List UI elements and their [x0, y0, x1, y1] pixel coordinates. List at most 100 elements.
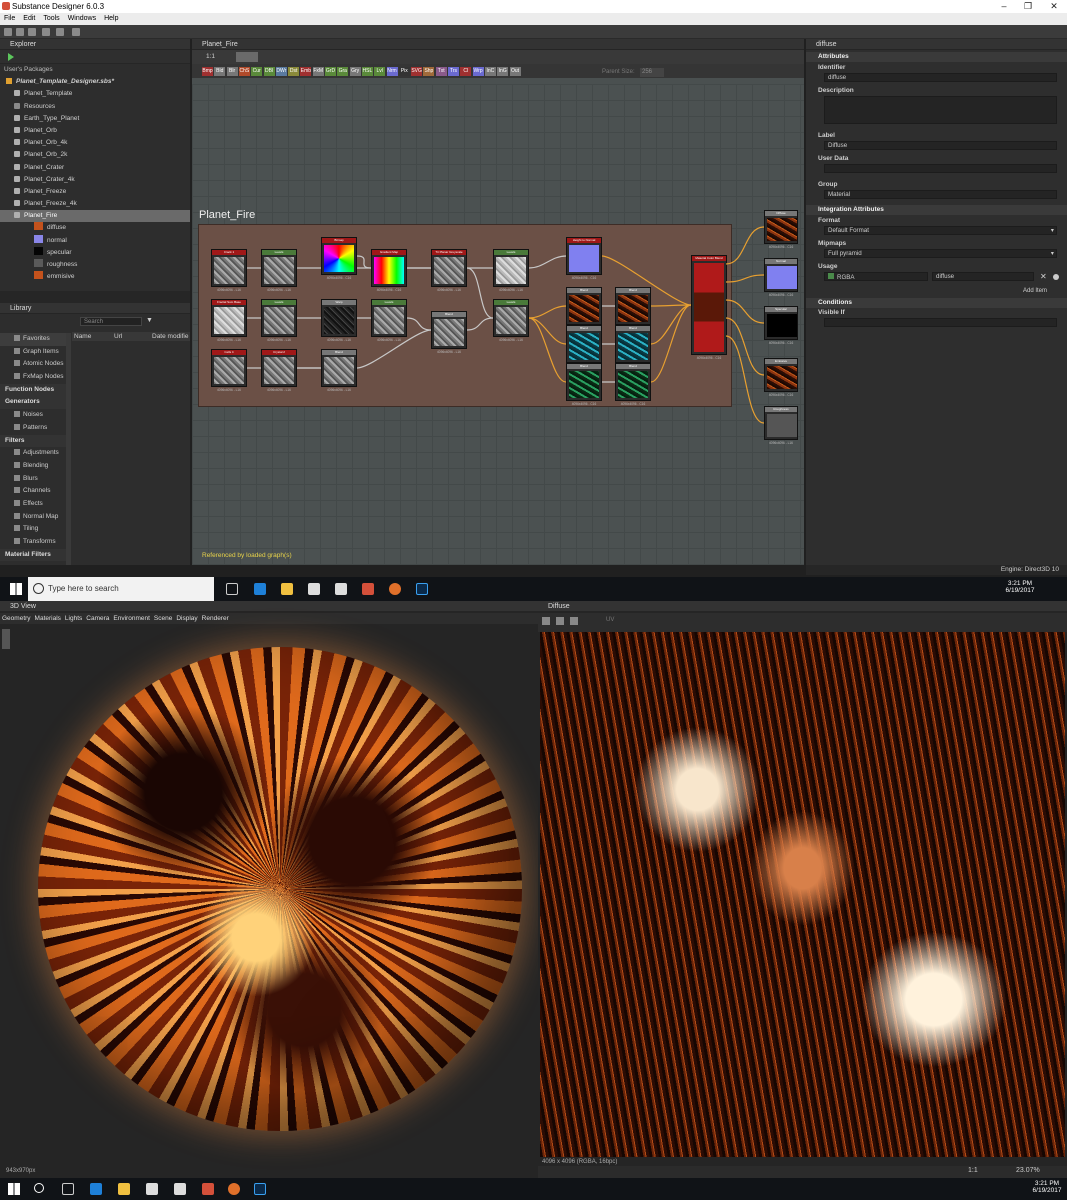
graph-node[interactable]: Levels 4096x4096 - L16	[261, 299, 297, 342]
windows-start-icon[interactable]	[8, 1183, 20, 1195]
file-explorer-icon[interactable]	[118, 1183, 130, 1195]
photoshop-icon[interactable]	[416, 583, 428, 595]
edge-icon[interactable]	[90, 1183, 102, 1195]
filter-icon[interactable]: ▼	[146, 317, 153, 324]
save-image-icon[interactable]	[570, 617, 578, 625]
graph-node[interactable]: Crack 1 4096x4096 - L16	[211, 249, 247, 292]
library-item[interactable]: Favorites	[0, 333, 66, 346]
redo-icon[interactable]	[72, 28, 80, 36]
library-item[interactable]: Blurs	[0, 473, 66, 486]
label-field[interactable]: Diffuse	[824, 141, 1057, 150]
parent-size-field[interactable]: 256	[640, 68, 664, 77]
explorer-item[interactable]: Planet_Crater	[0, 162, 190, 174]
close-icon[interactable]: ✕	[1042, 0, 1066, 13]
explorer-output[interactable]: specular	[0, 246, 190, 259]
atomic-node-button[interactable]: Cl	[460, 67, 472, 76]
column-name[interactable]: Name	[74, 332, 91, 341]
library-item[interactable]: Filters	[0, 434, 66, 448]
explorer-item[interactable]: Planet_Fire	[0, 210, 190, 223]
file-explorer-icon[interactable]	[281, 583, 293, 595]
graph-node[interactable]: Blend4096x4096 - C16	[566, 287, 602, 330]
atomic-node-button[interactable]: Wrp	[472, 67, 484, 76]
explorer-item[interactable]: Planet_Orb_4k	[0, 137, 190, 149]
ratio-label[interactable]: 1:1	[968, 1167, 978, 1174]
library-item[interactable]: Function Nodes	[0, 383, 66, 397]
library-scrollbar[interactable]	[66, 333, 71, 565]
atomic-node-button[interactable]: Nrm	[386, 67, 398, 76]
task-view-icon[interactable]	[226, 583, 238, 595]
atomic-node-button[interactable]: Pix	[398, 67, 410, 76]
atomic-node-button[interactable]: Bmp	[202, 67, 213, 76]
taskbar-clock[interactable]: 3:21 PM 6/19/2017	[1000, 580, 1040, 594]
graph-node[interactable]: Gradient Map 4096x4096 - C16	[371, 249, 407, 292]
properties-tab[interactable]: diffuse	[816, 41, 837, 48]
menu-windows[interactable]: Windows	[64, 13, 100, 25]
output-node[interactable]: Normal 4096x4096 - C16	[764, 258, 798, 297]
edge-icon[interactable]	[254, 583, 266, 595]
graph-node[interactable]: Blend 4096x4096 - L16	[321, 349, 357, 392]
atomic-node-button[interactable]: Out	[509, 67, 521, 76]
graph-node[interactable]: Levels 4096x4096 - L16	[371, 299, 407, 342]
explorer-output[interactable]: emmisive	[0, 271, 190, 283]
userdata-field[interactable]	[824, 164, 1057, 173]
output-node[interactable]: Diffuse 4096x4096 - C16	[764, 210, 798, 249]
library-item[interactable]: Effects	[0, 498, 66, 511]
output-node[interactable]: Emissive 4096x4096 - C16	[764, 358, 798, 397]
description-field[interactable]	[824, 96, 1057, 124]
planet-preview-sphere[interactable]	[38, 647, 522, 1131]
atomic-node-button[interactable]: Dst	[288, 67, 300, 76]
graph-node[interactable]: Crystal 2 4096x4096 - L16	[261, 349, 297, 392]
store-icon[interactable]	[146, 1183, 158, 1195]
zoom-level[interactable]: 23.07%	[1016, 1167, 1040, 1174]
minimize-icon[interactable]: –	[992, 0, 1016, 13]
library-item[interactable]: Material Filters	[0, 548, 66, 562]
identifier-field[interactable]: diffuse	[824, 73, 1057, 82]
graph-node[interactable]: Warp 4096x4096 - L16	[321, 299, 357, 342]
atomic-node-button[interactable]: SVG	[411, 67, 423, 76]
column-url[interactable]: Url	[114, 332, 122, 341]
taskbar-search-input[interactable]: Type here to search	[28, 577, 214, 601]
diffuse-texture-preview[interactable]	[540, 632, 1065, 1157]
group-field[interactable]: Material	[824, 190, 1057, 199]
atomic-node-button[interactable]: GrD	[325, 67, 336, 76]
graph-node[interactable]: Blend4096x4096 - C16	[615, 287, 651, 330]
library-search-input[interactable]: Search	[80, 317, 142, 326]
library-item[interactable]: Blending	[0, 460, 66, 473]
task-view-icon[interactable]	[62, 1183, 74, 1195]
menu-file[interactable]: File	[0, 13, 19, 25]
column-date[interactable]: Date modifie	[152, 332, 189, 341]
explorer-item[interactable]: Earth_Type_Planet	[0, 113, 190, 125]
library-item[interactable]: Normal Map	[0, 511, 66, 524]
library-item[interactable]: Patterns	[0, 422, 66, 435]
visible-if-field[interactable]	[824, 318, 1057, 327]
zoom-ratio[interactable]: 1:1	[206, 50, 215, 64]
graph-node[interactable]: Levels 4096x4096 - L16	[493, 299, 529, 342]
3d-view-tab[interactable]: 3D View	[10, 603, 36, 610]
settings-icon[interactable]	[542, 617, 550, 625]
atomic-node-button[interactable]: Blr	[226, 67, 238, 76]
atomic-node-button[interactable]: Emb	[300, 67, 312, 76]
substance-icon[interactable]	[362, 583, 374, 595]
atomic-node-button[interactable]: HSL	[361, 67, 373, 76]
library-item[interactable]: FxMap Nodes	[0, 371, 66, 384]
atomic-node-button[interactable]: Gra	[337, 67, 349, 76]
add-item-button[interactable]: Add Item	[806, 288, 1067, 294]
library-item[interactable]: Tiling	[0, 523, 66, 536]
menu-edit[interactable]: Edit	[19, 13, 39, 25]
atomic-node-button[interactable]: InG	[497, 67, 509, 76]
3d-menu-item[interactable]: Renderer	[200, 613, 231, 624]
atomic-node-button[interactable]: InC	[484, 67, 496, 76]
graph-node[interactable]: Blend 4096x4096 - L16	[431, 311, 467, 354]
link-dot-icon[interactable]	[1053, 274, 1059, 280]
atomic-node-button[interactable]: Bld	[214, 67, 226, 76]
3d-menu-item[interactable]: Camera	[84, 613, 111, 624]
graph-node[interactable]: Blend4096x4096 - C16	[566, 363, 602, 406]
atomic-node-button[interactable]: Shp	[423, 67, 435, 76]
graph-node[interactable]: Fractal Sum Base 4096x4096 - L16	[211, 299, 247, 342]
explorer-output[interactable]: diffuse	[0, 222, 190, 234]
graph-node[interactable]: Material Color Blend 4096x4096 - C16	[691, 255, 727, 360]
library-item[interactable]: Graph Items	[0, 346, 66, 359]
explorer-item[interactable]: Planet_Crater_4k	[0, 174, 190, 186]
menu-help[interactable]: Help	[100, 13, 122, 25]
atomic-node-button[interactable]: FxM	[312, 67, 324, 76]
